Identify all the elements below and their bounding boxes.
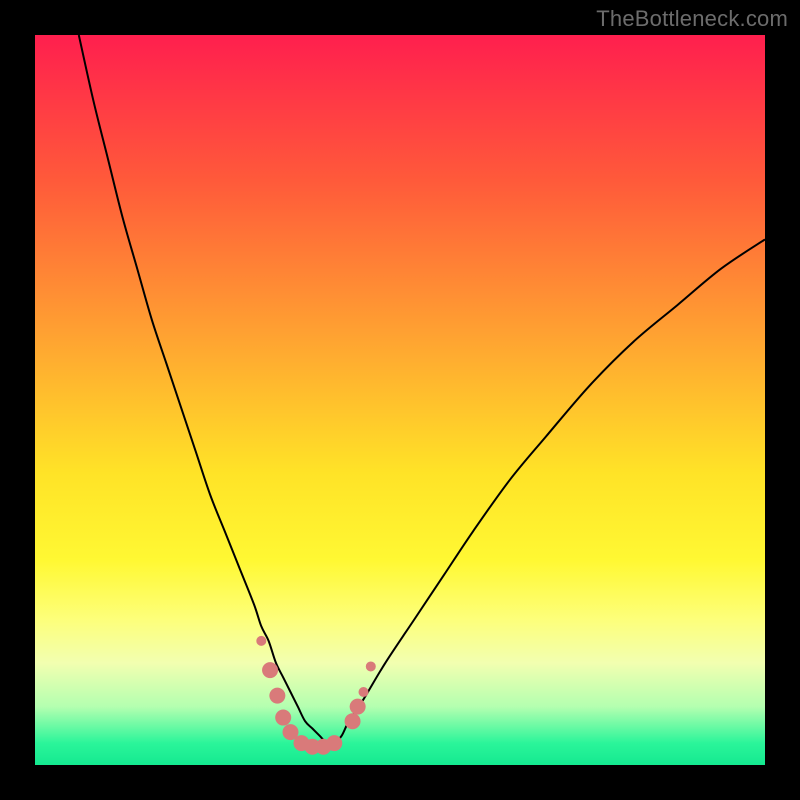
- chart-frame: TheBottleneck.com: [0, 0, 800, 800]
- marker-point: [366, 661, 376, 671]
- marker-point: [256, 636, 266, 646]
- marker-point: [275, 710, 291, 726]
- marker-point: [345, 713, 361, 729]
- watermark-text: TheBottleneck.com: [596, 6, 788, 32]
- marker-point: [269, 688, 285, 704]
- marker-point: [350, 699, 366, 715]
- marker-point: [262, 662, 278, 678]
- bottleneck-chart: [35, 35, 765, 765]
- marker-point: [359, 687, 369, 697]
- marker-point: [326, 735, 342, 751]
- chart-background: [35, 35, 765, 765]
